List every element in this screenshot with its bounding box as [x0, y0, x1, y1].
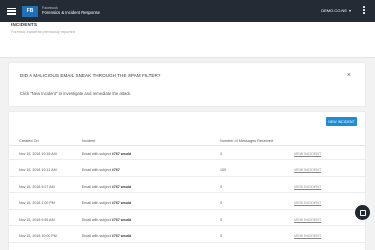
close-icon[interactable]: × [347, 72, 351, 79]
chevron-down-icon: ▾ [348, 8, 351, 13]
incident: Email with subject #767 would [82, 201, 131, 205]
view-incident-link[interactable]: VIEW INCIDENT [294, 201, 321, 205]
incident-subject: #767 would [111, 201, 132, 205]
incident: Email with subject #767 would [82, 152, 131, 156]
incidents-panel: NEW INCIDENT Created On Incident Number … [9, 112, 365, 250]
chat-icon [359, 209, 366, 216]
incident-subject: #767 would [111, 184, 132, 189]
promo-text: Click "New Incident" to investigate and … [20, 91, 131, 96]
more-vertical-icon[interactable] [363, 6, 366, 14]
message-count: 3 [220, 201, 222, 205]
incident-subject: #767 would [111, 151, 132, 156]
created-on: Nov 15, 2018 10:16 AM [19, 151, 57, 156]
incident-prefix: Email with subject [82, 168, 112, 172]
table-row[interactable]: Nov 15, 2018 10:12 AM Email with subject … [9, 164, 365, 177]
incident: Email with subject #767 [82, 168, 120, 172]
table-row[interactable]: Nov 15, 2018 1:00 PM Email with subject #… [9, 197, 365, 210]
page-title: INCIDENTS [11, 22, 38, 27]
incident-prefix: Email with subject [82, 201, 112, 205]
message-count: 3 [220, 234, 222, 238]
incident-prefix: Email with subject [82, 234, 112, 238]
app-logo[interactable]: FB [22, 5, 38, 17]
incident: Email with subject #767 would [82, 185, 131, 189]
new-incident-button[interactable]: NEW INCIDENT [326, 117, 357, 126]
incident: Email with subject #767 would [82, 234, 131, 238]
view-incident-link[interactable]: VIEW INCIDENT [294, 234, 321, 238]
created-on: Nov 15, 2018 9:55 AM [19, 217, 55, 222]
menu-icon[interactable] [7, 7, 16, 15]
user-menu[interactable]: DEMO.CO.NE ▾ [321, 8, 351, 13]
table-row[interactable]: Nov 15, 2018 10:00 PM Email with subject … [9, 230, 365, 243]
user-name: DEMO.CO.NE [321, 8, 347, 13]
page-subtitle: Forensic incidents previously reported [11, 30, 75, 34]
incident-prefix: Email with subject [82, 184, 112, 189]
incident: Email with subject #767 would [82, 218, 131, 222]
incident-subject: #767 [111, 168, 120, 172]
promo-title: DID A MALICIOUS EMAIL SNEAK THROUGH THE … [20, 73, 161, 78]
created-on: Nov 15, 2018 9:27 AM [19, 184, 55, 189]
page-header [0, 22, 375, 58]
top-bar: FB Facebook Forensics & Incident Respons… [0, 0, 375, 22]
view-incident-link[interactable]: VIEW INCIDENT [294, 218, 321, 222]
incident-subject: #767 would [111, 234, 132, 238]
column-header-created[interactable]: Created On [19, 139, 39, 143]
created-on: Nov 15, 2018 10:00 PM [19, 234, 57, 238]
chat-button[interactable] [355, 205, 370, 220]
message-count: 3 [220, 151, 222, 156]
created-on: Nov 15, 2018 1:00 PM [19, 201, 55, 205]
view-incident-link[interactable]: VIEW INCIDENT [294, 185, 321, 189]
table-row[interactable]: Nov 15, 2018 9:27 AM Email with subject #… [9, 180, 365, 193]
incident-prefix: Email with subject [82, 217, 112, 222]
view-incident-link[interactable]: VIEW INCIDENT [294, 168, 321, 172]
message-count: 3 [220, 217, 222, 222]
brand-line2: Forensics & Incident Response [42, 10, 100, 16]
column-header-messages[interactable]: Number of Messages Received [220, 139, 273, 143]
message-count: 100 [220, 168, 226, 172]
promo-card: DID A MALICIOUS EMAIL SNEAK THROUGH THE … [9, 63, 365, 106]
table-row[interactable]: Nov 15, 2018 9:55 AM Email with subject #… [9, 213, 365, 226]
view-incident-link[interactable]: VIEW INCIDENT [294, 152, 321, 156]
table-header: Created On Incident Number of Messages R… [9, 136, 365, 146]
table-row[interactable]: Nov 15, 2018 10:16 AM Email with subject … [9, 147, 365, 160]
incident-subject: #767 would [111, 217, 132, 222]
created-on: Nov 15, 2018 10:12 AM [19, 168, 57, 172]
incident-prefix: Email with subject [82, 151, 112, 156]
message-count: 3 [220, 184, 222, 189]
column-header-incident[interactable]: Incident [82, 139, 95, 143]
brand: Facebook Forensics & Incident Response [42, 6, 100, 16]
